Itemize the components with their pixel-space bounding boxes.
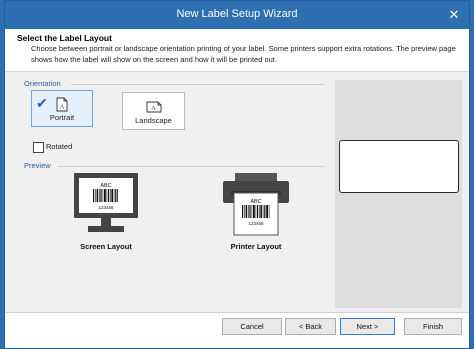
preview-section-label: Preview — [24, 161, 51, 170]
back-button[interactable]: < Back — [285, 318, 336, 335]
svg-text:123456: 123456 — [248, 221, 264, 226]
printer-layout-label: Printer Layout — [230, 242, 282, 251]
landscape-option[interactable]: A Landscape — [122, 92, 185, 130]
page-description: Choose between portrait or landscape ori… — [31, 44, 456, 64]
orientation-divider — [71, 84, 325, 85]
landscape-icon: A — [146, 101, 161, 113]
portrait-icon: A — [56, 97, 68, 112]
rotated-checkbox[interactable] — [33, 142, 44, 153]
barcode-icon — [93, 189, 118, 202]
landscape-label: Landscape — [135, 116, 172, 125]
finish-button[interactable]: Finish — [404, 318, 462, 335]
preview-divider — [58, 166, 325, 167]
footer-divider — [5, 312, 469, 313]
rotated-label: Rotated — [46, 142, 73, 151]
orientation-section-label: Orientation — [24, 79, 61, 88]
window-title: New Label Setup Wizard — [176, 8, 298, 20]
screen-layout-label: Screen Layout — [80, 242, 132, 251]
wizard-header: Select the Label Layout Choose between p… — [5, 29, 469, 72]
wizard-window: New Label Setup Wizard ✕ Select the Labe… — [4, 0, 470, 349]
svg-text:A: A — [60, 104, 65, 111]
label-preview-panel — [335, 80, 462, 308]
checkmark-icon: ✔ — [36, 95, 48, 111]
portrait-label: Portrait — [49, 113, 75, 122]
svg-text:123456: 123456 — [98, 205, 114, 210]
label-preview — [339, 140, 459, 193]
svg-text:A: A — [151, 105, 156, 112]
close-icon[interactable]: ✕ — [445, 6, 463, 24]
next-button[interactable]: Next > — [340, 318, 395, 335]
cancel-button[interactable]: Cancel — [222, 318, 282, 335]
monitor-icon: ABC 123456 — [74, 173, 138, 232]
svg-text:ABC: ABC — [100, 183, 111, 189]
page-title: Select the Label Layout — [17, 33, 112, 43]
printer-icon: ABC 123456 — [223, 173, 289, 236]
title-bar: New Label Setup Wizard ✕ — [5, 1, 469, 29]
barcode-icon — [242, 205, 270, 218]
svg-text:ABC: ABC — [250, 199, 261, 205]
